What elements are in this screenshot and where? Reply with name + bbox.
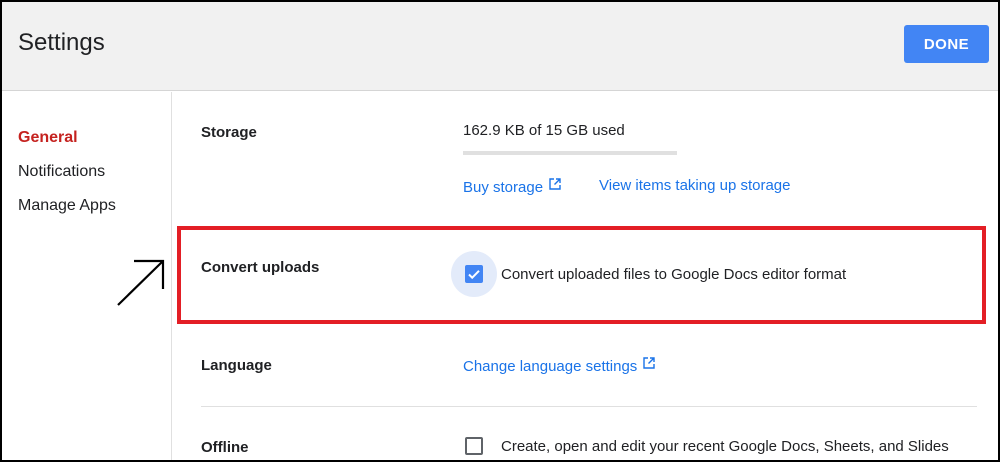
- convert-uploads-checkbox-label: Convert uploaded files to Google Docs ed…: [501, 266, 847, 283]
- language-label: Language: [201, 357, 272, 374]
- header-bar: Settings DONE: [2, 2, 998, 91]
- section-divider: [201, 406, 977, 407]
- change-language-link-label: Change language settings: [463, 358, 638, 375]
- offline-checkbox[interactable]: [465, 437, 483, 455]
- view-items-storage-link[interactable]: View items taking up storage: [599, 177, 791, 194]
- sidebar-item-manage-apps[interactable]: Manage Apps: [18, 197, 116, 215]
- page-title: Settings: [18, 29, 105, 56]
- external-link-icon: [643, 356, 656, 373]
- buy-storage-link-label: Buy storage: [463, 179, 544, 196]
- sidebar-item-general[interactable]: General: [18, 129, 78, 147]
- change-language-link[interactable]: Change language settings: [463, 356, 656, 375]
- done-button[interactable]: DONE: [904, 25, 989, 63]
- convert-uploads-label: Convert uploads: [201, 259, 320, 276]
- external-link-icon: [549, 177, 561, 194]
- sidebar-item-notifications[interactable]: Notifications: [18, 163, 105, 181]
- storage-usage-bar: [463, 151, 677, 155]
- buy-storage-link[interactable]: Buy storage: [463, 177, 561, 196]
- storage-label: Storage: [201, 124, 257, 141]
- arrow-annotation-icon: [112, 256, 170, 315]
- offline-label: Offline: [201, 439, 249, 456]
- check-icon: [468, 270, 480, 280]
- offline-checkbox-label: Create, open and edit your recent Google…: [501, 438, 949, 455]
- storage-usage-text: 162.9 KB of 15 GB used: [463, 122, 625, 139]
- convert-uploads-checkbox[interactable]: [465, 265, 483, 283]
